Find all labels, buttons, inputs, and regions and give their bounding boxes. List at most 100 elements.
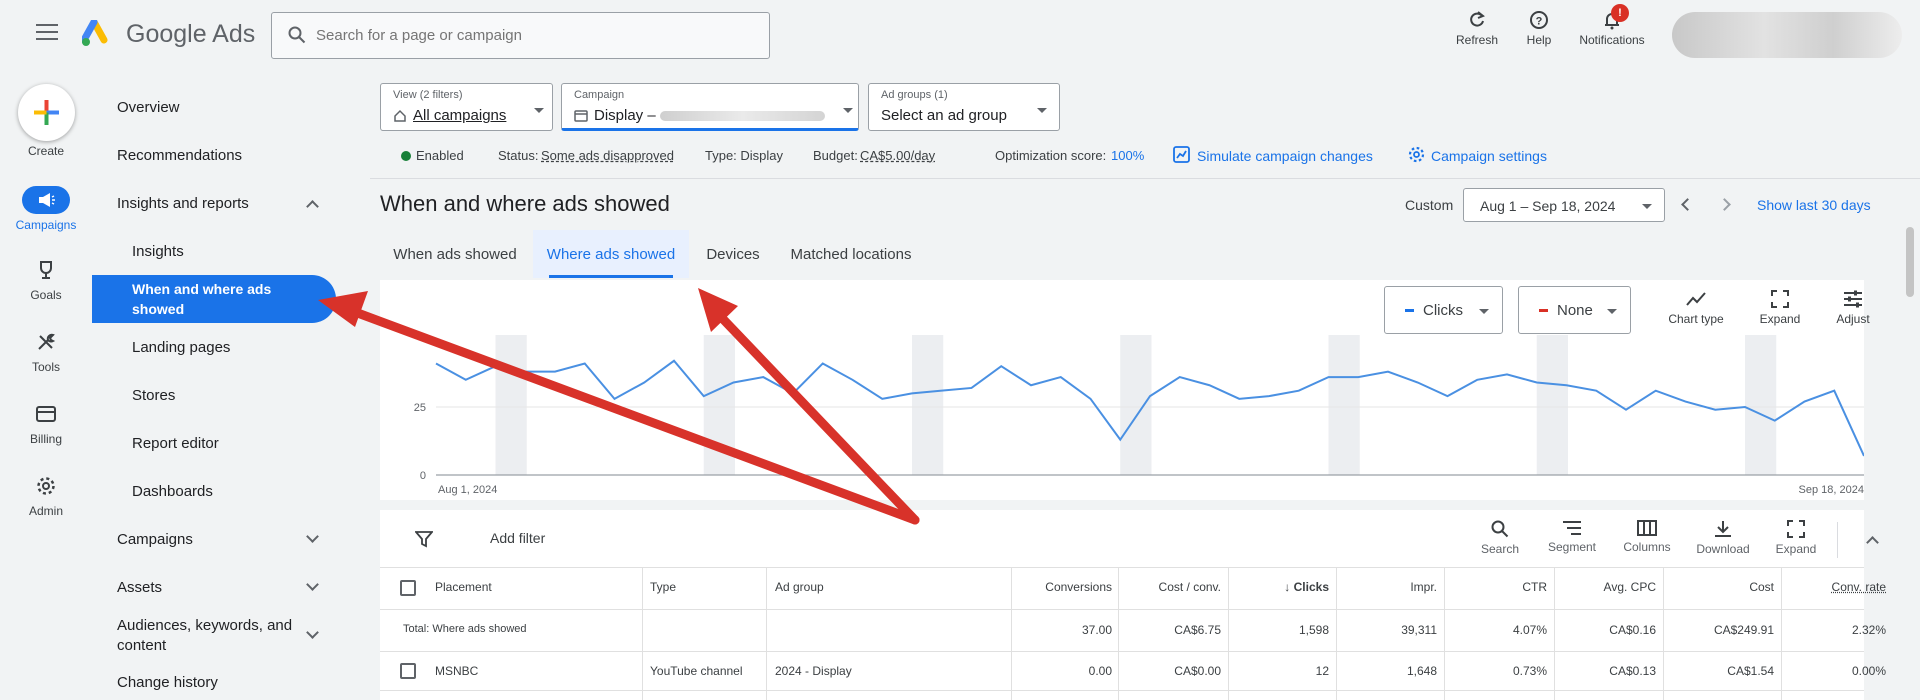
- data-point[interactable]: [612, 396, 617, 401]
- data-point[interactable]: [672, 358, 677, 363]
- data-point[interactable]: [731, 380, 736, 385]
- data-point[interactable]: [1594, 388, 1599, 393]
- data-point[interactable]: [1743, 405, 1748, 410]
- data-point[interactable]: [1029, 383, 1034, 388]
- data-point[interactable]: [493, 364, 498, 369]
- col-cost-per-conv[interactable]: Cost / conv.: [1118, 580, 1221, 594]
- nav-stores[interactable]: Stores: [132, 387, 175, 404]
- tab-devices[interactable]: Devices: [697, 246, 769, 263]
- data-point[interactable]: [1564, 383, 1569, 388]
- metric2-selector[interactable]: None: [1518, 286, 1631, 334]
- data-point[interactable]: [969, 385, 974, 390]
- col-cost[interactable]: Cost: [1663, 580, 1774, 594]
- data-point[interactable]: [1862, 453, 1865, 458]
- data-point[interactable]: [1088, 396, 1093, 401]
- table-expand-button[interactable]: Expand: [1764, 520, 1828, 556]
- col-ad-group[interactable]: Ad group: [775, 580, 824, 594]
- nav-landing-pages[interactable]: Landing pages: [132, 339, 230, 356]
- nav-change-history[interactable]: Change history: [117, 674, 218, 691]
- menu-icon[interactable]: [36, 24, 58, 40]
- create-button[interactable]: [18, 84, 75, 141]
- nav-dashboards[interactable]: Dashboards: [132, 483, 213, 500]
- rail-campaigns[interactable]: Campaigns: [0, 186, 92, 232]
- rail-tools[interactable]: Tools: [0, 328, 92, 374]
- rail-goals[interactable]: Goals: [0, 256, 92, 302]
- table-search-button[interactable]: Search: [1468, 520, 1532, 556]
- next-period-icon[interactable]: [1718, 198, 1731, 211]
- data-point[interactable]: [642, 380, 647, 385]
- data-point[interactable]: [1058, 375, 1063, 380]
- optimization-value[interactable]: 100%: [1111, 148, 1144, 163]
- col-impressions[interactable]: Impr.: [1336, 580, 1437, 594]
- metric1-selector[interactable]: Clicks: [1384, 286, 1503, 334]
- data-point[interactable]: [1653, 388, 1658, 393]
- data-point[interactable]: [1475, 377, 1480, 382]
- account-switcher[interactable]: [1672, 12, 1902, 58]
- nav-insights-and-reports[interactable]: Insights and reports: [117, 195, 249, 212]
- rail-admin[interactable]: Admin: [0, 472, 92, 518]
- nav-assets[interactable]: Assets: [117, 579, 162, 596]
- data-point[interactable]: [434, 361, 439, 366]
- col-type[interactable]: Type: [650, 580, 676, 594]
- select-all-checkbox[interactable]: [400, 580, 416, 596]
- row-checkbox[interactable]: [400, 663, 416, 679]
- data-point[interactable]: [820, 361, 825, 366]
- data-point[interactable]: [523, 369, 528, 374]
- budget-value[interactable]: CA$5.00/day: [860, 148, 935, 163]
- data-point[interactable]: [850, 377, 855, 382]
- data-point[interactable]: [1237, 396, 1242, 401]
- data-point[interactable]: [1118, 437, 1123, 442]
- page-scrollbar[interactable]: [1906, 227, 1914, 297]
- nav-when-and-where-ads-showed[interactable]: When and where ads showed: [92, 275, 336, 323]
- chart-adjust-button[interactable]: Adjust: [1818, 290, 1888, 326]
- data-point[interactable]: [1415, 380, 1420, 385]
- nav-report-editor[interactable]: Report editor: [132, 435, 219, 452]
- filter-icon[interactable]: [415, 530, 433, 548]
- add-filter-button[interactable]: Add filter: [490, 530, 545, 546]
- date-range-picker[interactable]: Aug 1 – Sep 18, 2024: [1463, 188, 1665, 222]
- nav-insights[interactable]: Insights: [132, 243, 184, 260]
- data-point[interactable]: [1802, 399, 1807, 404]
- nav-audiences[interactable]: Audiences, keywords, and content: [117, 616, 297, 656]
- data-point[interactable]: [999, 364, 1004, 369]
- data-point[interactable]: [910, 391, 915, 396]
- data-point[interactable]: [939, 388, 944, 393]
- simulate-campaign-changes-link[interactable]: Simulate campaign changes: [1197, 148, 1373, 164]
- data-point[interactable]: [701, 394, 706, 399]
- ad-group-filter[interactable]: Ad groups (1) Select an ad group: [868, 83, 1060, 131]
- data-point[interactable]: [1386, 369, 1391, 374]
- data-point[interactable]: [463, 377, 468, 382]
- status-value[interactable]: Some ads disapproved: [541, 148, 674, 163]
- search-box[interactable]: [271, 12, 770, 59]
- view-filter[interactable]: View (2 filters) All campaigns: [380, 83, 553, 131]
- download-button[interactable]: Download: [1691, 520, 1755, 556]
- tab-matched-locations[interactable]: Matched locations: [781, 246, 921, 263]
- data-point[interactable]: [880, 396, 885, 401]
- col-ctr[interactable]: CTR: [1444, 580, 1547, 594]
- data-point[interactable]: [1177, 375, 1182, 380]
- data-point[interactable]: [1356, 375, 1361, 380]
- data-point[interactable]: [761, 375, 766, 380]
- nav-campaigns[interactable]: Campaigns: [117, 531, 193, 548]
- data-point[interactable]: [791, 391, 796, 396]
- campaign-settings-link[interactable]: Campaign settings: [1431, 148, 1547, 164]
- tab-where-ads-showed[interactable]: Where ads showed: [533, 230, 689, 278]
- data-point[interactable]: [1832, 388, 1837, 393]
- col-clicks[interactable]: ↓ Clicks: [1228, 580, 1329, 594]
- col-conversions[interactable]: Conversions: [1011, 580, 1112, 594]
- data-point[interactable]: [1326, 375, 1331, 380]
- placement-link[interactable]: MSNBC: [435, 664, 478, 678]
- previous-period-icon[interactable]: [1681, 198, 1694, 211]
- data-point[interactable]: [1772, 418, 1777, 423]
- show-last-30-days-link[interactable]: Show last 30 days: [1757, 197, 1871, 213]
- data-point[interactable]: [1148, 394, 1153, 399]
- campaign-filter[interactable]: Campaign Display –: [561, 83, 859, 131]
- rail-billing[interactable]: Billing: [0, 400, 92, 446]
- chart-type-button[interactable]: Chart type: [1661, 290, 1731, 326]
- columns-button[interactable]: Columns: [1615, 520, 1679, 554]
- data-point[interactable]: [1624, 407, 1629, 412]
- chart-expand-button[interactable]: Expand: [1745, 290, 1815, 326]
- search-input[interactable]: [316, 27, 736, 44]
- data-point[interactable]: [1534, 380, 1539, 385]
- nav-overview[interactable]: Overview: [117, 99, 180, 116]
